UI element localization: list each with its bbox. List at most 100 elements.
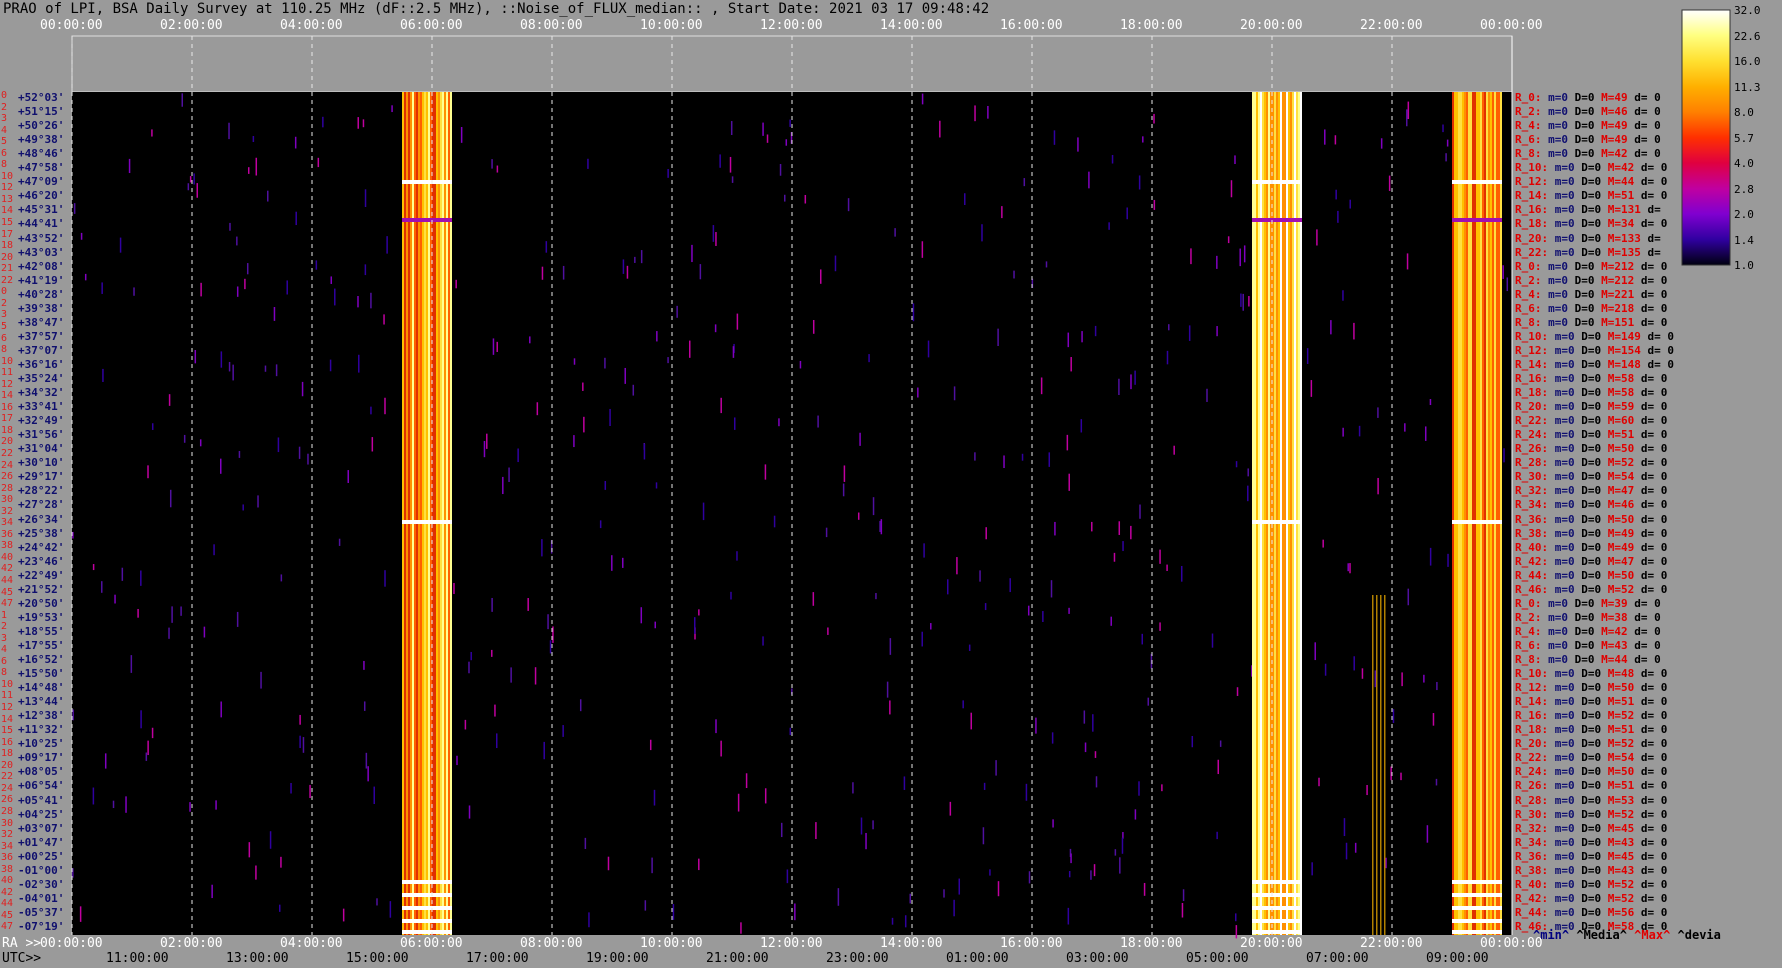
noise-speckle — [1240, 293, 1242, 307]
noise-speckle — [371, 437, 374, 452]
utc-tick: 17:00:00 — [466, 951, 529, 966]
stat-field: m=0 — [1541, 653, 1568, 666]
noise-speckle — [189, 176, 192, 183]
noise-speckle — [731, 176, 734, 183]
noise-speckle — [236, 286, 239, 297]
stat-field: M=151 — [1594, 315, 1635, 329]
noise-speckle — [278, 904, 281, 912]
row-stat: R_22: m=0 D=0 M=54 d= 0 — [1515, 751, 1667, 764]
declination-label: +01°47' — [18, 835, 65, 849]
stat-field: D=0 — [1574, 582, 1602, 596]
noise-speckle — [736, 551, 738, 561]
noise-speckle — [1168, 324, 1170, 331]
stat-field: D=0 — [1574, 484, 1602, 498]
stat-field: d= 0 — [1634, 751, 1668, 765]
row-stat: R_8: m=0 D=0 M=44 d= 0 — [1515, 653, 1661, 666]
row-number: 6 — [1, 332, 8, 344]
noise-speckle — [187, 183, 190, 191]
noise-speckle — [1025, 783, 1028, 801]
stat-field: R_42: — [1515, 554, 1549, 568]
stat-field: m=0 — [1548, 779, 1575, 793]
stat-field: R_4: — [1515, 287, 1542, 301]
noise-speckle — [273, 307, 276, 321]
colorbar-tick: 2.0 — [1734, 208, 1754, 221]
stat-field: D=0 — [1568, 105, 1595, 119]
noise-speckle — [1122, 541, 1124, 552]
noise-speckle — [211, 884, 213, 899]
noise-speckle — [1248, 296, 1250, 307]
stat-field: R_6: — [1515, 638, 1542, 652]
declination-label: +38°47' — [18, 315, 65, 329]
row-stat: R_14: m=0 D=0 M=51 d= 0 — [1515, 189, 1667, 202]
noise-speckle — [611, 555, 613, 571]
noise-speckle — [1235, 925, 1238, 939]
row-stat: R_12: m=0 D=0 M=44 d= 0 — [1515, 175, 1667, 188]
stat-field: R_38: — [1515, 526, 1549, 540]
noise-speckle — [1388, 175, 1391, 191]
noise-speckle — [982, 827, 985, 845]
stat-field: R_2: — [1515, 610, 1542, 624]
stat-field: d= 0 — [1634, 835, 1668, 849]
stat-field: d= 0 — [1634, 919, 1668, 933]
noise-speckle — [604, 480, 607, 490]
row-stat: R_30: m=0 D=0 M=52 d= 0 — [1515, 808, 1667, 821]
row-stat: R_32: m=0 D=0 M=47 d= 0 — [1515, 484, 1667, 497]
colorbar-tick: 11.3 — [1734, 80, 1761, 94]
noise-speckle — [301, 381, 304, 397]
noise-speckle — [672, 904, 675, 920]
stat-field: M=149 — [1601, 329, 1641, 343]
noise-speckle — [338, 538, 341, 546]
noise-speckle — [534, 667, 537, 685]
stat-field: m=0 — [1548, 765, 1575, 779]
noise-speckle — [865, 832, 867, 850]
stat-field: d= 0 — [1634, 161, 1668, 175]
noise-speckle — [242, 504, 244, 511]
noise-speckle — [1345, 842, 1348, 860]
ra-tick: 02:00:00 — [160, 936, 223, 951]
row-stat: R_22: m=0 D=0 M=135 d= — [1515, 246, 1661, 259]
stat-field: R_0: — [1515, 259, 1542, 273]
stat-field: d= 0 — [1634, 287, 1668, 301]
noise-speckle — [607, 856, 610, 871]
stat-field: m=0 — [1548, 793, 1575, 807]
row-stat: R_34: m=0 D=0 M=46 d= 0 — [1515, 498, 1667, 511]
noise-speckle — [1442, 124, 1444, 133]
stat-field: d= 0 — [1627, 610, 1661, 624]
stat-field: R_38: — [1515, 863, 1549, 877]
row-stat: R_28: m=0 D=0 M=52 d= 0 — [1515, 456, 1667, 469]
stat-field: D=0 — [1568, 624, 1595, 638]
declination-label: +43°52' — [18, 231, 65, 245]
noise-speckle — [104, 753, 107, 769]
row-number: 11 — [1, 367, 14, 379]
noise-speckle — [667, 357, 669, 364]
row-number: 12 — [1, 702, 14, 714]
noise-speckle — [939, 120, 941, 138]
stat-field: m=0 — [1548, 357, 1575, 371]
faint-stripe — [1384, 595, 1386, 935]
band-artifact — [1252, 180, 1302, 184]
row-stat: R_6: m=0 D=0 M=49 d= 0 — [1515, 133, 1661, 146]
noise-speckle — [1050, 580, 1053, 598]
declination-label: +17°55' — [18, 638, 65, 652]
noise-speckle — [1077, 137, 1079, 152]
noise-speckle — [1021, 453, 1024, 461]
row-stat: R_18: m=0 D=0 M=34 d= 0 — [1515, 217, 1667, 230]
row-stat: R_40: m=0 D=0 M=52 d= 0 — [1515, 878, 1667, 891]
declination-label: +43°03' — [18, 245, 65, 259]
noise-speckle — [1070, 853, 1072, 864]
row-stat: R_42: m=0 D=0 M=52 d= 0 — [1515, 892, 1667, 905]
noise-speckle — [891, 917, 894, 925]
noise-speckle — [494, 704, 496, 717]
noise-speckle — [698, 609, 700, 616]
noise-speckle — [101, 581, 103, 593]
row-number: 13 — [1, 193, 14, 205]
stat-field: D=0 — [1574, 442, 1602, 456]
noise-speckle — [373, 786, 375, 805]
stat-field: d= 0 — [1634, 709, 1668, 723]
noise-speckle — [1234, 913, 1237, 922]
noise-speckle — [1235, 461, 1238, 468]
declination-label: +27°28' — [18, 498, 65, 512]
row-number: 28 — [1, 482, 14, 494]
noise-speckle — [889, 700, 891, 715]
noise-speckle — [1143, 882, 1146, 896]
